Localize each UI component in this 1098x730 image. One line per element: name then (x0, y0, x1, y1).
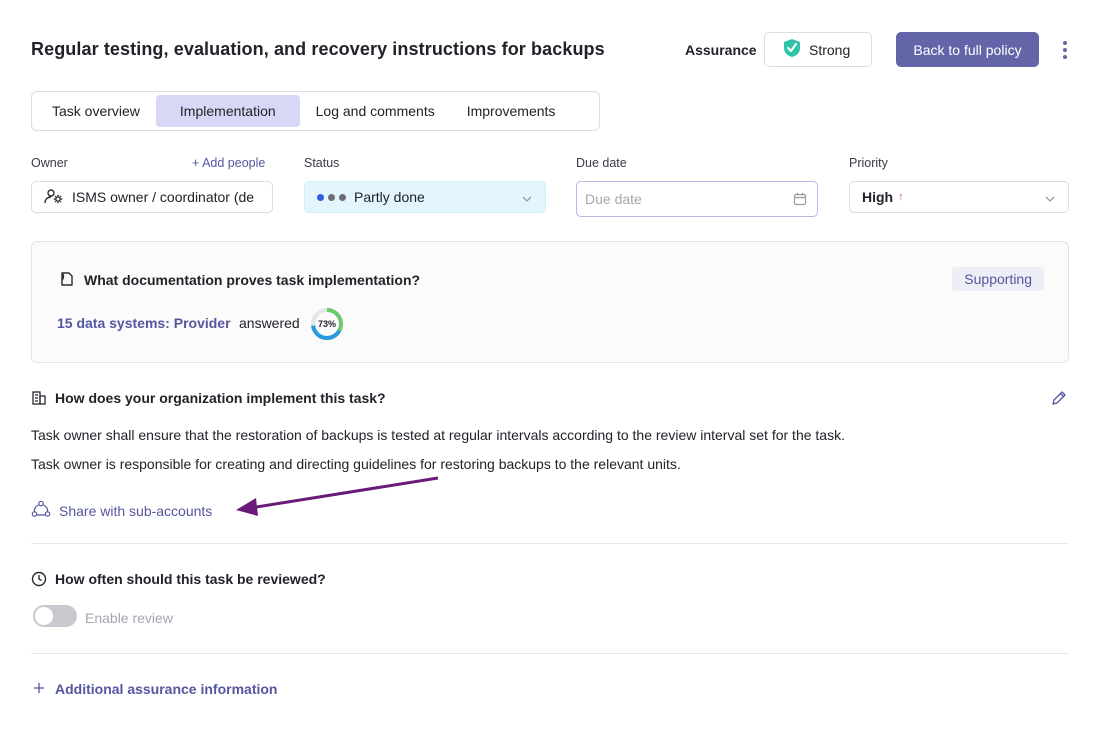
due-date-input[interactable]: Due date (576, 181, 818, 217)
implementation-text-line: Task owner is responsible for creating a… (31, 456, 681, 472)
additional-assurance-toggle[interactable]: Additional assurance information (33, 681, 277, 697)
chevron-down-icon (521, 192, 533, 208)
page-title: Regular testing, evaluation, and recover… (31, 39, 605, 59)
chevron-down-icon (1044, 192, 1056, 208)
priority-value: High (862, 189, 894, 205)
enable-review-toggle[interactable] (33, 605, 77, 627)
clock-icon (31, 571, 47, 590)
divider (31, 543, 1069, 544)
documentation-question: What documentation proves task implement… (84, 272, 421, 288)
answered-label: answered (239, 315, 300, 331)
building-icon (31, 390, 47, 409)
assurance-label: Assurance (685, 42, 757, 58)
document-icon (59, 271, 75, 290)
tab-improvements[interactable]: Improvements (451, 95, 572, 127)
assurance-badge[interactable]: Strong (764, 32, 872, 67)
page-header: Regular testing, evaluation, and recover… (31, 32, 1068, 68)
priority-label: Priority (849, 156, 888, 170)
annotation-arrow (236, 476, 439, 516)
calendar-icon[interactable] (793, 192, 807, 209)
tab-log-and-comments[interactable]: Log and comments (300, 95, 451, 127)
divider (31, 653, 1069, 654)
data-systems-link[interactable]: 15 data systems: Provider (57, 315, 231, 331)
status-dots-icon (317, 193, 346, 201)
arrow-up-icon: ↑ (898, 191, 904, 203)
owner-value: ISMS owner / coordinator (de (72, 189, 255, 205)
assurance-value: Strong (809, 41, 851, 58)
tab-implementation[interactable]: Implementation (155, 95, 300, 127)
share-with-sub-accounts-link[interactable]: Share with sub-accounts (31, 500, 212, 521)
group-gear-icon (44, 187, 64, 208)
status-label: Status (304, 156, 340, 170)
owner-field[interactable]: ISMS owner / coordinator (de (31, 181, 273, 213)
status-dot (317, 193, 324, 201)
progress-label: 73% (317, 319, 336, 329)
implementation-text-line: Task owner shall ensure that the restora… (31, 427, 845, 443)
share-network-icon (31, 500, 51, 521)
owner-label: Owner (31, 156, 68, 170)
status-value: Partly done (354, 189, 425, 205)
pencil-icon[interactable] (1050, 389, 1068, 410)
status-dot (328, 193, 335, 201)
review-question: How often should this task be reviewed? (55, 571, 326, 587)
back-to-full-policy-button[interactable]: Back to full policy (896, 32, 1039, 67)
enable-review-label: Enable review (85, 610, 173, 626)
status-select[interactable]: Partly done (304, 181, 546, 213)
documentation-card: What documentation proves task implement… (31, 241, 1069, 363)
implementation-question: How does your organization implement thi… (55, 390, 386, 406)
kebab-menu-icon[interactable] (1057, 38, 1073, 62)
share-label: Share with sub-accounts (59, 502, 213, 519)
due-date-label: Due date (576, 156, 627, 170)
status-dot (339, 193, 346, 201)
supporting-badge: Supporting (952, 267, 1044, 291)
plus-icon (33, 681, 45, 697)
due-date-placeholder: Due date (585, 191, 642, 207)
tab-task-overview[interactable]: Task overview (36, 95, 156, 127)
add-people-link[interactable]: + Add people (192, 156, 265, 170)
tab-bar: Task overview Implementation Log and com… (31, 91, 600, 131)
priority-select[interactable]: High ↑ (849, 181, 1069, 213)
shield-check-icon (783, 38, 801, 61)
additional-assurance-label: Additional assurance information (55, 681, 278, 697)
